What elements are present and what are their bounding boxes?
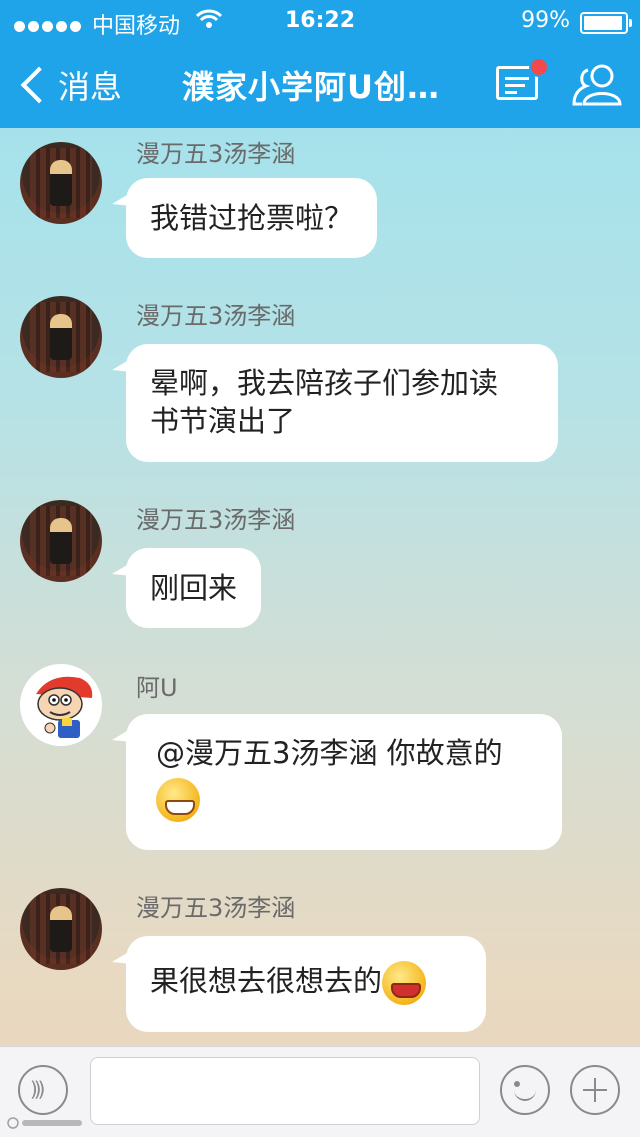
input-bar [0,1046,640,1137]
plus-icon[interactable] [570,1065,620,1115]
status-bar: 中国移动 16:22 99% [0,8,640,39]
emoji-icon[interactable] [500,1065,550,1115]
message-input[interactable] [90,1057,480,1125]
message-bubble[interactable]: 果很想去很想去的 [112,936,486,1032]
battery-percentage: 99% [521,8,570,33]
sender-name: 漫万五3汤李涵 [136,894,296,922]
back-label: 消息 [58,68,123,106]
sender-name: 漫万五3汤李涵 [136,140,296,168]
voice-icon[interactable] [18,1065,68,1115]
message-line: 果很想去很想去的 [150,961,462,1005]
avatar[interactable] [20,296,102,378]
message-bubble[interactable]: 刚回来 [111,548,262,628]
message-bubble[interactable]: 晕啊，我去陪孩子们参加读 书节演出了 [112,344,558,462]
watermark-logo [6,1116,86,1134]
chevron-left-icon [20,66,58,104]
chat-title[interactable]: 濮家小学阿U创… [182,62,440,108]
message-text: @漫万五3汤李涵 你故意的 [156,736,503,770]
message-bubble[interactable]: @漫万五3汤李涵 你故意的 [112,714,562,850]
notification-dot [529,57,549,77]
message-text: 晕啊，我去陪孩子们参加读 [150,366,499,400]
grinning-face-emoji [156,778,200,822]
sender-name: 阿U [136,674,178,702]
message-bubble[interactable]: 我错过抢票啦？ [111,178,378,258]
message-text: 果很想去很想去的 [150,964,383,998]
laughing-face-emoji [382,961,427,1005]
message-text: 书节演出了 [150,404,296,438]
navigation-bar: 消息 濮家小学阿U创… [0,48,640,124]
message-text: 我错过抢票啦？ [150,201,354,235]
back-button[interactable]: 消息 [16,62,122,108]
group-members-icon[interactable] [570,62,626,106]
sender-name: 漫万五3汤李涵 [136,506,296,534]
avatar[interactable] [20,888,102,970]
avatar[interactable] [20,664,102,746]
battery-icon [580,12,632,34]
sender-name: 漫万五3汤李涵 [136,302,296,330]
avatar[interactable] [20,142,102,224]
message-text: 刚回来 [150,571,238,605]
top-bar: 中国移动 16:22 99% 消息 濮家小学阿U创… [0,0,640,128]
avatar[interactable] [20,500,102,582]
